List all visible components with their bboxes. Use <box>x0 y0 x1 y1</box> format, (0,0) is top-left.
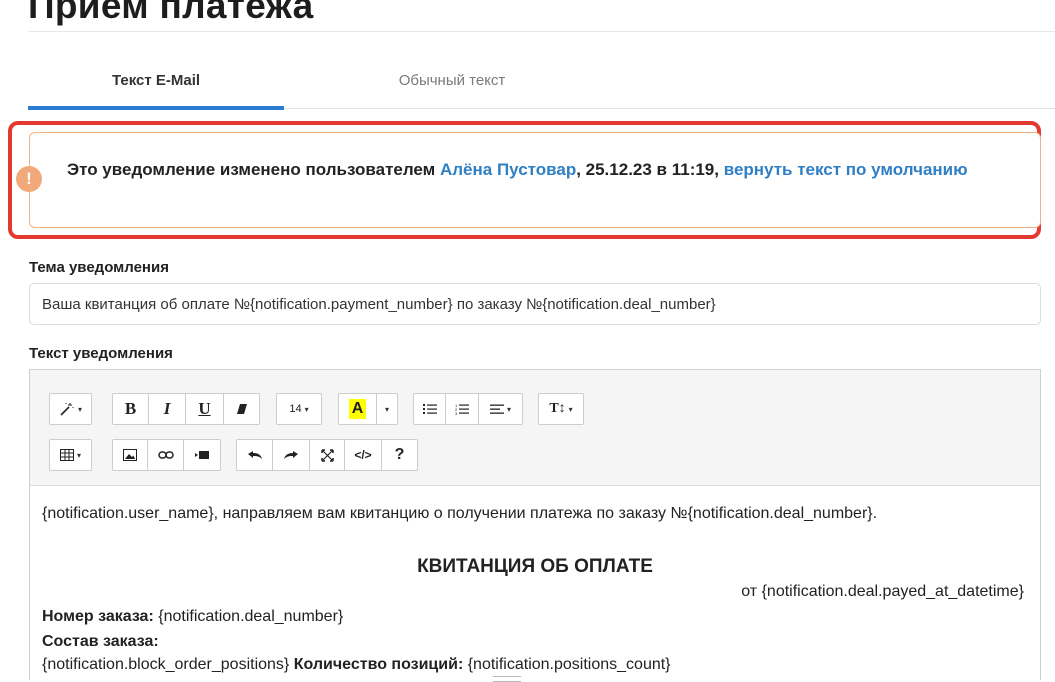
notice-text: Это уведомление изменено пользователем А… <box>67 156 1007 184</box>
editor-content[interactable]: {notification.user_name}, направляем вам… <box>30 485 1040 680</box>
composition-label: Состав заказа: <box>42 633 159 650</box>
insert-video-button[interactable] <box>184 439 221 471</box>
align-left-icon <box>489 404 504 414</box>
numbered-list-button[interactable]: 123 <box>446 393 479 425</box>
payment-date-line: от {notification.deal.payed_at_datetime} <box>741 583 1024 600</box>
greeting-line: {notification.user_name}, направляем вам… <box>42 505 878 522</box>
bold-button[interactable]: B <box>112 393 149 425</box>
warning-icon: ! <box>16 166 42 192</box>
svg-text:3: 3 <box>455 411 458 415</box>
fullscreen-button[interactable] <box>310 439 345 471</box>
undo-icon <box>247 451 262 459</box>
page-title: Прием платежа <box>28 0 314 26</box>
line-height-icon: T↕ <box>549 401 566 416</box>
text-color-dropdown[interactable]: ▾ <box>377 393 398 425</box>
bullet-list-button[interactable] <box>413 393 446 425</box>
code-icon: </> <box>354 448 372 462</box>
subject-input[interactable] <box>29 283 1041 325</box>
help-icon: ? <box>394 446 405 463</box>
help-button[interactable]: ? <box>382 439 418 471</box>
insert-link-button[interactable] <box>148 439 184 471</box>
magic-style-button[interactable]: ▾ <box>49 393 92 425</box>
positions-count-label: Количество позиций: <box>293 656 464 673</box>
order-composition-label: Состав заказа: <box>42 633 159 651</box>
align-dropdown[interactable]: ▾ <box>479 393 523 425</box>
magic-wand-icon <box>60 403 74 416</box>
undo-button[interactable] <box>236 439 273 471</box>
receipt-heading: КВИТАНЦИЯ ОБ ОПЛАТЕ <box>417 556 653 577</box>
clear-format-button[interactable] <box>224 393 260 425</box>
tab-plain-text[interactable]: Обычный текст <box>284 62 620 108</box>
editor-toolbar: ▾ B I U 14 ▾ A ▾ 123 ▾ T↕ ▾ ▾ </> ? <box>30 370 1040 486</box>
positions-block: {notification.block_order_positions} <box>42 656 294 673</box>
insert-image-button[interactable] <box>112 439 148 471</box>
positions-line: {notification.block_order_positions} Кол… <box>42 656 671 674</box>
eraser-icon <box>236 404 247 414</box>
notice-user-link[interactable]: Алёна Пустовар <box>440 160 576 179</box>
redo-icon <box>284 451 298 459</box>
italic-icon: I <box>163 399 171 418</box>
table-icon <box>59 449 74 461</box>
order-number-label: Номер заказа: <box>42 608 154 625</box>
positions-count-value: {notification.positions_count} <box>463 656 671 673</box>
subject-label: Тема уведомления <box>29 259 169 276</box>
text-color-button[interactable]: A <box>338 393 377 425</box>
notice-date: , 25.12.23 в 11:19, <box>576 160 724 179</box>
tab-bar: Текст E-Mail Обычный текст <box>28 62 1055 110</box>
line-height-dropdown[interactable]: T↕ ▾ <box>538 393 584 425</box>
bullet-list-icon <box>422 404 437 414</box>
link-icon <box>157 451 174 459</box>
body-label: Текст уведомления <box>29 345 173 362</box>
underline-button[interactable]: U <box>186 393 224 425</box>
notice-prefix: Это уведомление изменено пользователем <box>67 160 440 179</box>
order-number-value: {notification.deal_number} <box>153 608 344 625</box>
rich-text-editor: ▾ B I U 14 ▾ A ▾ 123 ▾ T↕ ▾ ▾ </> ? {not… <box>29 369 1041 680</box>
italic-button[interactable]: I <box>149 393 186 425</box>
table-dropdown[interactable]: ▾ <box>49 439 92 471</box>
video-icon <box>195 451 209 459</box>
fullscreen-icon <box>320 448 334 462</box>
image-icon <box>123 449 137 461</box>
redo-button[interactable] <box>273 439 310 471</box>
underline-icon: U <box>198 399 211 418</box>
text-color-icon: A <box>348 399 367 419</box>
title-divider <box>28 31 1055 32</box>
font-size-value: 14 <box>289 403 302 415</box>
font-size-dropdown[interactable]: 14 ▾ <box>276 393 322 425</box>
bold-icon: B <box>124 399 137 418</box>
numbered-list-icon: 123 <box>455 403 469 415</box>
order-number-line: Номер заказа: {notification.deal_number} <box>42 608 343 626</box>
reset-default-link[interactable]: вернуть текст по умолчанию <box>724 160 968 179</box>
tab-email-text[interactable]: Текст E-Mail <box>28 62 284 110</box>
code-view-button[interactable]: </> <box>345 439 382 471</box>
editor-resize-handle[interactable] <box>493 676 521 682</box>
